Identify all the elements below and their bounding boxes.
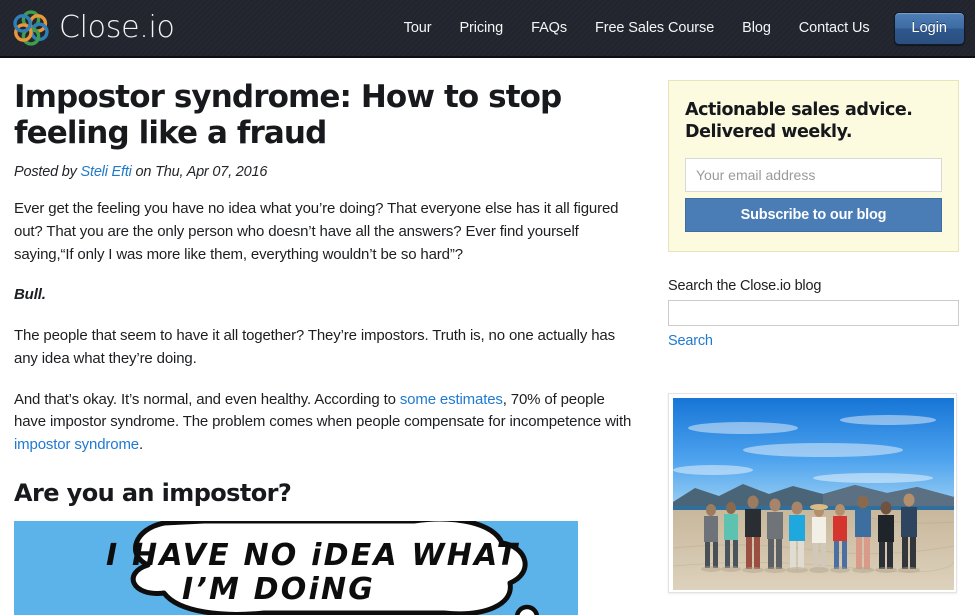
newsletter-title: Actionable sales advice. Delivered weekl… (685, 100, 913, 143)
search-label: Search the Close.io blog (668, 277, 822, 294)
page-title: Impostor syndrome: How to stop feeling l… (14, 79, 562, 151)
article-content: Impostor syndrome: How to stop feeling l… (0, 58, 660, 615)
byline-suffix: on Thu, Apr 07, 2016 (131, 163, 268, 180)
team-photo-image (673, 397, 954, 590)
nav-item-tour[interactable]: Tour (390, 14, 446, 42)
paragraph-1: Ever get the feeling you have no idea wh… (14, 199, 619, 263)
newsletter-subscribe-box: Actionable sales advice. Delivered weekl… (668, 80, 959, 252)
sidebar: Actionable sales advice. Delivered weekl… (660, 58, 975, 615)
nav-item-pricing[interactable]: Pricing (445, 14, 517, 42)
brand-name: Close.io (59, 10, 175, 45)
author-link[interactable]: Steli Efti (81, 164, 132, 180)
nav-item-contact-us[interactable]: Contact Us (785, 14, 884, 42)
byline: Posted by Steli Efti on Thu, Apr 07, 201… (14, 164, 638, 180)
nav-item-faqs[interactable]: FAQs (517, 14, 581, 42)
some-estimates-link[interactable]: some estimates (400, 391, 503, 408)
cartoon-text-line-2: I’M DOiNG (182, 572, 375, 607)
search-submit-link[interactable]: Search (668, 333, 713, 349)
login-button[interactable]: Login (893, 11, 965, 45)
nav-item-free-sales-course[interactable]: Free Sales Course (581, 14, 728, 42)
paragraph-3: The people that seem to have it all toge… (14, 327, 615, 367)
paragraph-2-emphasis: Bull. (14, 286, 46, 304)
blog-search-section: Search the Close.io blog Search (668, 278, 959, 350)
search-input[interactable] (668, 299, 959, 326)
nav-links: Tour Pricing FAQs Free Sales Course Blog… (390, 11, 975, 45)
paragraph-4: And that’s okay. It’s normal, and even h… (14, 389, 638, 457)
email-field[interactable] (685, 157, 942, 192)
section-heading-are-you-an-impostor: Are you an impostor? (14, 479, 292, 508)
page-body: Impostor syndrome: How to stop feeling l… (0, 58, 975, 615)
impostor-syndrome-link[interactable]: impostor syndrome (14, 436, 139, 453)
cartoon-illustration: I HAVE NO iDEA WHAT I’M DOiNG (14, 521, 578, 615)
top-navigation-bar: Close.io Tour Pricing FAQs Free Sales Co… (0, 0, 975, 58)
byline-prefix: Posted by (14, 163, 81, 180)
cartoon-text-line-1: I HAVE NO iDEA WHAT (106, 538, 520, 573)
paragraph-4-part-a: And that’s okay. It’s normal, and even h… (14, 390, 400, 408)
subscribe-button[interactable]: Subscribe to our blog (685, 197, 942, 232)
close-io-ring-logo-icon (12, 9, 50, 47)
paragraph-4-part-c: . (139, 436, 144, 454)
nav-item-blog[interactable]: Blog (728, 14, 785, 42)
brand-logo-link[interactable]: Close.io (12, 9, 175, 47)
team-photo-frame (668, 392, 957, 593)
